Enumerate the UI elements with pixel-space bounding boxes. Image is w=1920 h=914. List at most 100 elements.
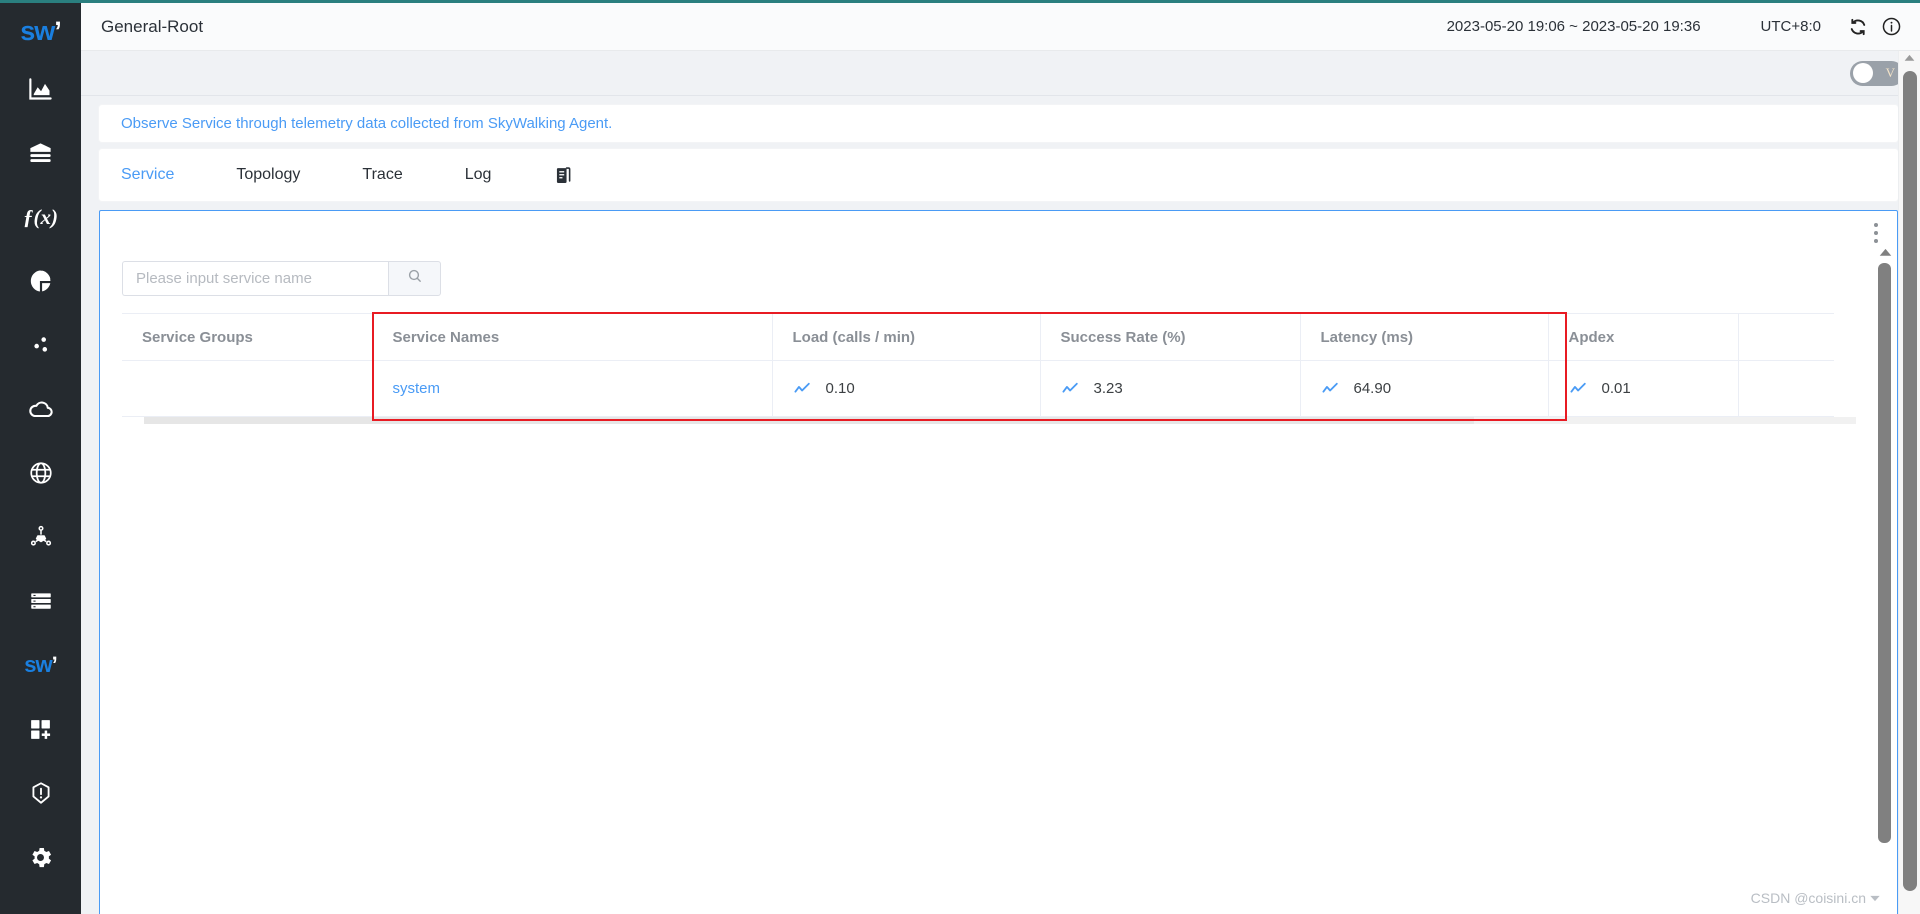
tab-log[interactable]: Log — [465, 166, 492, 184]
cell-load: 0.10 — [772, 360, 1041, 417]
table-header-row: Service Groups Service Names Load (calls… — [122, 313, 1834, 361]
cell-extra — [1738, 360, 1834, 417]
sidebar-item-database[interactable] — [0, 121, 81, 185]
banner-text: Observe Service through telemetry data c… — [121, 115, 613, 132]
search-input[interactable] — [122, 261, 388, 296]
timezone-label: UTC+8:0 — [1760, 18, 1821, 35]
sidebar-item-scatter[interactable] — [0, 313, 81, 377]
sidebar-item-alarm[interactable] — [0, 761, 81, 825]
tab-bar: Service Topology Trace Log — [99, 149, 1898, 201]
toggle-knob — [1853, 63, 1873, 83]
panel-vertical-scrollbar[interactable] — [1875, 243, 1895, 914]
apdex-value: 0.01 — [1601, 380, 1631, 397]
sidebar-item-topology[interactable] — [0, 505, 81, 569]
content-scroll-area: Observe Service through telemetry data c… — [81, 96, 1920, 914]
skywalking-small-logo-icon: swʼ — [24, 652, 58, 677]
col-extra — [1738, 313, 1834, 361]
cell-success-rate: 3.23 — [1040, 360, 1301, 417]
col-service-names[interactable]: Service Names — [372, 313, 773, 361]
page-scroll-up-arrow-icon[interactable] — [1899, 51, 1920, 62]
info-banner: Observe Service through telemetry data c… — [99, 105, 1898, 142]
col-service-groups[interactable]: Service Groups — [122, 313, 373, 361]
col-apdex[interactable]: Apdex — [1548, 313, 1739, 361]
sidebar-item-cloud[interactable] — [0, 377, 81, 441]
skywalking-logo-icon: swʼ — [20, 15, 61, 46]
panel-scroll-thumb[interactable] — [1878, 263, 1891, 843]
success-rate-value: 3.23 — [1093, 380, 1123, 397]
scatter-dots-icon — [28, 332, 54, 358]
latency-value: 64.90 — [1353, 380, 1392, 397]
sidebar-item-settings[interactable] — [0, 825, 81, 889]
table-head: Service Groups Service Names Load (calls… — [122, 313, 1834, 361]
search-button[interactable] — [388, 261, 441, 296]
col-success-rate[interactable]: Success Rate (%) — [1040, 313, 1301, 361]
grid-plus-icon — [28, 717, 53, 742]
trend-line-icon[interactable] — [793, 379, 812, 398]
watermark-caret-icon — [1870, 895, 1880, 901]
col-latency[interactable]: Latency (ms) — [1300, 313, 1549, 361]
server-list-icon — [28, 588, 54, 614]
topology-node-icon — [27, 523, 55, 551]
tab-trace[interactable]: Trace — [362, 166, 402, 184]
toggle-label: V — [1885, 65, 1895, 80]
dashboard-chart-icon — [27, 76, 54, 103]
service-list-panel: Service Groups Service Names Load (calls… — [99, 210, 1898, 914]
service-name-link[interactable]: system — [393, 380, 441, 397]
more-vertical-icon[interactable] — [1867, 223, 1885, 243]
tab-service[interactable]: Service — [121, 166, 174, 184]
sidebar-item-metrics[interactable] — [0, 249, 81, 313]
cell-latency: 64.90 — [1300, 360, 1549, 417]
sidebar-item-skywalking[interactable]: swʼ — [0, 633, 81, 697]
table-hscroll-thumb[interactable] — [144, 417, 1474, 424]
kebab-dot — [1874, 231, 1878, 235]
cell-service-group — [122, 360, 373, 417]
database-layers-icon — [27, 140, 54, 167]
search-box — [122, 261, 441, 296]
table-body: system 0.10 3.23 64.90 0.01 — [122, 360, 1834, 417]
table-row[interactable]: system 0.10 3.23 64.90 0.01 — [122, 360, 1834, 417]
search-icon — [407, 268, 423, 289]
search-row — [100, 249, 1873, 296]
settings-gear-icon — [27, 844, 54, 871]
page-title: General-Root — [101, 16, 204, 36]
cell-apdex: 0.01 — [1548, 360, 1739, 417]
alarm-hexagon-icon — [28, 780, 54, 806]
app-root: swʼ ƒ(x) swʼ General-Root 2023-05-20 19:… — [0, 0, 1920, 914]
watermark-text: CSDN @coisini.cn — [1750, 890, 1866, 906]
sidebar-item-dashboard[interactable] — [0, 57, 81, 121]
left-sidebar: swʼ ƒ(x) swʼ — [0, 0, 81, 914]
service-table: Service Groups Service Names Load (calls… — [122, 313, 1834, 417]
sidebar-logo[interactable]: swʼ — [0, 5, 81, 57]
cell-service-name: system — [372, 360, 773, 417]
top-header-bar: General-Root 2023-05-20 19:06 ~ 2023-05-… — [81, 0, 1920, 51]
info-circle-icon[interactable] — [1881, 16, 1902, 37]
col-load[interactable]: Load (calls / min) — [772, 313, 1041, 361]
view-toggle-switch[interactable]: V — [1850, 60, 1904, 86]
scroll-up-arrow-icon[interactable] — [1875, 243, 1895, 261]
trend-line-icon[interactable] — [1569, 379, 1588, 398]
watermark: CSDN @coisini.cn — [1751, 890, 1880, 906]
sidebar-item-add-dashboard[interactable] — [0, 697, 81, 761]
sidebar-item-network[interactable] — [0, 441, 81, 505]
page-vertical-scrollbar[interactable] — [1898, 51, 1920, 914]
refresh-icon[interactable] — [1848, 17, 1868, 37]
globe-icon — [28, 460, 54, 486]
kebab-dot — [1874, 223, 1878, 227]
trend-line-icon[interactable] — [1061, 379, 1080, 398]
time-range-picker[interactable]: 2023-05-20 19:06 ~ 2023-05-20 19:36 — [1447, 18, 1701, 35]
function-fx-icon: ƒ(x) — [23, 204, 58, 229]
copy-document-icon[interactable] — [553, 165, 574, 186]
sidebar-item-functions[interactable]: ƒ(x) — [0, 185, 81, 249]
pie-chart-icon — [28, 268, 54, 294]
toolbar-strip: V — [81, 51, 1920, 96]
cloud-icon — [27, 395, 55, 423]
sidebar-item-servers[interactable] — [0, 569, 81, 633]
table-horizontal-scrollbar[interactable] — [144, 417, 1856, 424]
panel-inner: Service Groups Service Names Load (calls… — [100, 249, 1873, 914]
trend-line-icon[interactable] — [1321, 379, 1340, 398]
service-table-wrap: Service Groups Service Names Load (calls… — [122, 312, 1856, 424]
tab-topology[interactable]: Topology — [236, 166, 300, 184]
page-scroll-thumb[interactable] — [1903, 71, 1917, 891]
panel-scroll-track[interactable] — [1878, 263, 1891, 914]
load-value: 0.10 — [825, 380, 855, 397]
